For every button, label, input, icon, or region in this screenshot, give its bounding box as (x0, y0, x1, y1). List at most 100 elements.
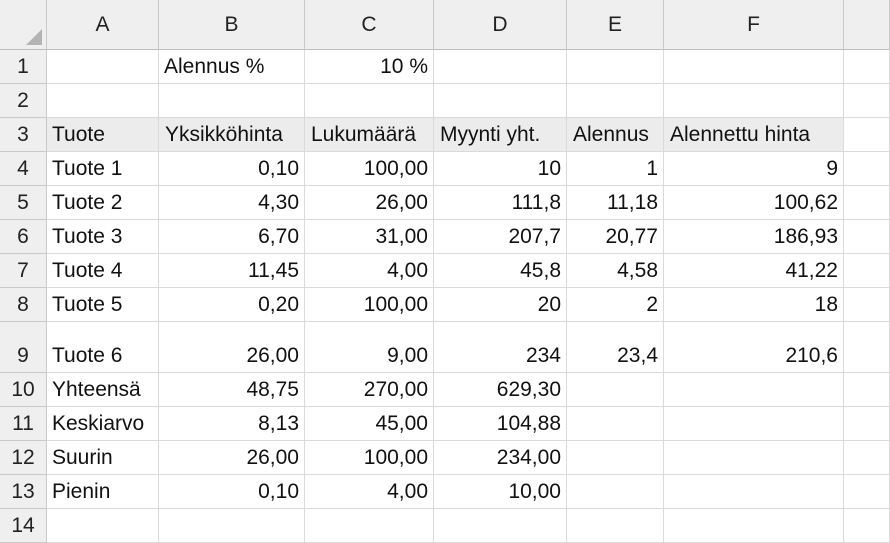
cell-a4[interactable]: Tuote 1 (47, 152, 159, 186)
cell-e12[interactable] (567, 441, 664, 475)
cell-b7[interactable]: 11,45 (159, 254, 305, 288)
cell-f10[interactable] (664, 373, 844, 407)
cell-a11[interactable]: Keskiarvo (47, 407, 159, 441)
cell-d11[interactable]: 104,88 (434, 407, 567, 441)
cell-a9[interactable]: Tuote 6 (47, 322, 159, 373)
cell-g1[interactable] (844, 50, 890, 84)
cell-c2[interactable] (305, 84, 434, 118)
row-header[interactable]: 6 (0, 220, 47, 254)
cell-g4[interactable] (844, 152, 890, 186)
cell-d4[interactable]: 10 (434, 152, 567, 186)
cell-f3[interactable]: Alennettu hinta (664, 118, 844, 152)
row-header[interactable]: 1 (0, 50, 47, 84)
column-header-f[interactable]: F (664, 0, 844, 50)
cell-d13[interactable]: 10,00 (434, 475, 567, 509)
cell-b1[interactable]: Alennus % (159, 50, 305, 84)
row-header[interactable]: 3 (0, 118, 47, 152)
cell-g5[interactable] (844, 186, 890, 220)
cell-b5[interactable]: 4,30 (159, 186, 305, 220)
cell-a2[interactable] (47, 84, 159, 118)
cell-b13[interactable]: 0,10 (159, 475, 305, 509)
cell-d8[interactable]: 20 (434, 288, 567, 322)
cell-d5[interactable]: 111,8 (434, 186, 567, 220)
cell-d1[interactable] (434, 50, 567, 84)
cell-d10[interactable]: 629,30 (434, 373, 567, 407)
cell-e11[interactable] (567, 407, 664, 441)
cell-g7[interactable] (844, 254, 890, 288)
cell-f8[interactable]: 18 (664, 288, 844, 322)
cell-f6[interactable]: 186,93 (664, 220, 844, 254)
cell-a13[interactable]: Pienin (47, 475, 159, 509)
cell-e9[interactable]: 23,4 (567, 322, 664, 373)
cell-e3[interactable]: Alennus (567, 118, 664, 152)
cell-a12[interactable]: Suurin (47, 441, 159, 475)
cell-g3[interactable] (844, 118, 890, 152)
row-header[interactable]: 11 (0, 407, 47, 441)
cell-e7[interactable]: 4,58 (567, 254, 664, 288)
cell-d3[interactable]: Myynti yht. (434, 118, 567, 152)
cell-a1[interactable] (47, 50, 159, 84)
cell-g14[interactable] (844, 509, 890, 543)
cell-g6[interactable] (844, 220, 890, 254)
cell-f11[interactable] (664, 407, 844, 441)
cell-c10[interactable]: 270,00 (305, 373, 434, 407)
select-all-corner[interactable] (0, 0, 47, 50)
cell-a3[interactable]: Tuote (47, 118, 159, 152)
row-header[interactable]: 14 (0, 509, 47, 543)
cell-f9[interactable]: 210,6 (664, 322, 844, 373)
cell-b14[interactable] (159, 509, 305, 543)
cell-e13[interactable] (567, 475, 664, 509)
cell-g11[interactable] (844, 407, 890, 441)
cell-e10[interactable] (567, 373, 664, 407)
cell-e5[interactable]: 11,18 (567, 186, 664, 220)
cell-f12[interactable] (664, 441, 844, 475)
cell-b11[interactable]: 8,13 (159, 407, 305, 441)
row-header[interactable]: 9 (0, 322, 47, 373)
cell-b12[interactable]: 26,00 (159, 441, 305, 475)
cell-d9[interactable]: 234 (434, 322, 567, 373)
cell-b10[interactable]: 48,75 (159, 373, 305, 407)
cell-c14[interactable] (305, 509, 434, 543)
cell-c12[interactable]: 100,00 (305, 441, 434, 475)
cell-c6[interactable]: 31,00 (305, 220, 434, 254)
column-header-e[interactable]: E (567, 0, 664, 50)
cell-d2[interactable] (434, 84, 567, 118)
row-header[interactable]: 8 (0, 288, 47, 322)
cell-g2[interactable] (844, 84, 890, 118)
cell-e14[interactable] (567, 509, 664, 543)
cell-b4[interactable]: 0,10 (159, 152, 305, 186)
cell-f13[interactable] (664, 475, 844, 509)
cell-a5[interactable]: Tuote 2 (47, 186, 159, 220)
cell-e8[interactable]: 2 (567, 288, 664, 322)
cell-b2[interactable] (159, 84, 305, 118)
cell-e4[interactable]: 1 (567, 152, 664, 186)
cell-f1[interactable] (664, 50, 844, 84)
cell-f5[interactable]: 100,62 (664, 186, 844, 220)
row-header[interactable]: 5 (0, 186, 47, 220)
row-header[interactable]: 12 (0, 441, 47, 475)
cell-g8[interactable] (844, 288, 890, 322)
cell-d14[interactable] (434, 509, 567, 543)
cell-c3[interactable]: Lukumäärä (305, 118, 434, 152)
row-header[interactable]: 13 (0, 475, 47, 509)
cell-b8[interactable]: 0,20 (159, 288, 305, 322)
cell-g13[interactable] (844, 475, 890, 509)
column-header-g[interactable] (844, 0, 890, 50)
cell-c9[interactable]: 9,00 (305, 322, 434, 373)
cell-c13[interactable]: 4,00 (305, 475, 434, 509)
cell-a10[interactable]: Yhteensä (47, 373, 159, 407)
cell-a14[interactable] (47, 509, 159, 543)
cell-g9[interactable] (844, 322, 890, 373)
cell-c8[interactable]: 100,00 (305, 288, 434, 322)
cell-b3[interactable]: Yksikköhinta (159, 118, 305, 152)
cell-d6[interactable]: 207,7 (434, 220, 567, 254)
cell-g10[interactable] (844, 373, 890, 407)
cell-c5[interactable]: 26,00 (305, 186, 434, 220)
column-header-d[interactable]: D (434, 0, 567, 50)
cell-a6[interactable]: Tuote 3 (47, 220, 159, 254)
cell-a8[interactable]: Tuote 5 (47, 288, 159, 322)
cell-e6[interactable]: 20,77 (567, 220, 664, 254)
cell-d7[interactable]: 45,8 (434, 254, 567, 288)
cell-c7[interactable]: 4,00 (305, 254, 434, 288)
cell-c11[interactable]: 45,00 (305, 407, 434, 441)
